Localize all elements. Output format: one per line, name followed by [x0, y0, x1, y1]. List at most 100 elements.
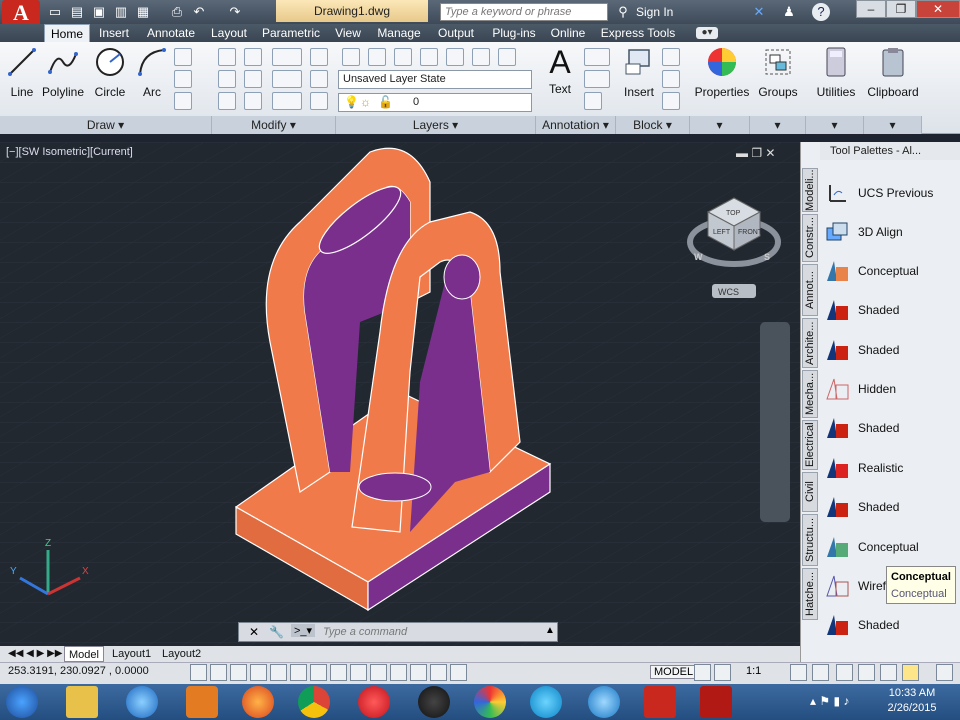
layout-nav-arrows[interactable]: ◀◀ ◀ ▶ ▶▶	[4, 646, 66, 662]
properties-expand[interactable]: ▾	[690, 116, 750, 134]
dynamic-ucs-icon[interactable]	[350, 664, 367, 681]
annotation-scale[interactable]: 1:1	[746, 665, 761, 677]
ortho-mode-icon[interactable]	[250, 664, 267, 681]
edit-attributes-icon[interactable]	[662, 92, 680, 110]
tab-view[interactable]: View	[332, 24, 364, 42]
infer-constraints-icon[interactable]	[190, 664, 207, 681]
autocad-icon-2[interactable]	[700, 686, 732, 718]
media-app-icon[interactable]	[418, 686, 450, 718]
binoculars-icon[interactable]: ⚲	[614, 3, 632, 21]
tab-express-tools[interactable]: Express Tools	[598, 24, 678, 42]
create-block-icon[interactable]	[662, 48, 680, 66]
palette-item-shaded-2[interactable]: Shaded	[824, 335, 948, 365]
clipboard-button[interactable]: Clipboard	[866, 46, 920, 99]
move-icon[interactable]	[218, 48, 236, 66]
new-file-icon[interactable]: ▭	[46, 3, 64, 21]
tab-layout1[interactable]: Layout1	[108, 646, 155, 662]
hatch-icon[interactable]	[174, 70, 192, 88]
properties-button[interactable]: Properties	[694, 46, 750, 99]
quick-view-layouts-icon[interactable]	[694, 664, 711, 681]
annotation-panel-title[interactable]: Annotation ▾	[536, 116, 616, 134]
redo-icon[interactable]: ↷	[226, 3, 244, 21]
open-file-icon[interactable]: ▤	[68, 3, 86, 21]
grid-display-icon[interactable]	[230, 664, 247, 681]
layers-panel-title[interactable]: Layers ▾	[336, 116, 536, 134]
application-menu-button[interactable]: A	[2, 0, 40, 26]
tab-model[interactable]: Model	[64, 646, 104, 662]
layer-match-icon[interactable]	[472, 48, 490, 66]
user-icon[interactable]: ♟	[780, 3, 798, 21]
palette-item-conceptual-2[interactable]: Conceptual	[824, 532, 948, 562]
object-snap-icon[interactable]	[290, 664, 307, 681]
file-explorer-icon[interactable]	[66, 686, 98, 718]
palette-item-shaded-1[interactable]: Shaded	[824, 295, 948, 325]
groups-expand[interactable]: ▾	[750, 116, 806, 134]
exchange-icon[interactable]: ✕	[750, 3, 768, 21]
stretch-icon[interactable]	[218, 92, 236, 110]
isolate-objects-icon[interactable]	[902, 664, 919, 681]
draw-panel-title[interactable]: Draw ▾	[0, 116, 212, 134]
palette-item-shaded-4[interactable]: Shaded	[824, 492, 948, 522]
insert-button[interactable]: Insert	[620, 46, 658, 99]
help-icon[interactable]: ?	[812, 3, 830, 21]
polar-tracking-icon[interactable]	[270, 664, 287, 681]
palette-tab-mechanical[interactable]: Mecha...	[802, 370, 818, 418]
skype-icon[interactable]	[530, 686, 562, 718]
boundary-icon[interactable]	[174, 92, 192, 110]
palette-tab-hatches[interactable]: Hatche...	[802, 568, 818, 620]
autocad-icon-1[interactable]	[644, 686, 676, 718]
minimize-button[interactable]: –	[856, 0, 886, 18]
annotation-visibility-icon[interactable]	[790, 664, 807, 681]
dynamic-input-icon[interactable]	[370, 664, 387, 681]
restore-button[interactable]: ❐	[886, 0, 916, 18]
utilities-expand[interactable]: ▾	[806, 116, 864, 134]
command-close-icon[interactable]: ✕	[249, 625, 259, 639]
utilities-button[interactable]: Utilities	[808, 46, 864, 99]
tab-layout[interactable]: Layout	[206, 24, 252, 42]
snap-mode-icon[interactable]	[210, 664, 227, 681]
opera-icon[interactable]	[358, 686, 390, 718]
viewport-controls-label[interactable]: [−][SW Isometric][Current]	[6, 146, 133, 158]
layer-walk-icon[interactable]	[498, 48, 516, 66]
palette-tab-annotation[interactable]: Annot...	[802, 264, 818, 316]
drawing-viewport[interactable]: Z X Y TOP LEFT FRONT W S WCS	[0, 142, 800, 662]
clipboard-expand[interactable]: ▾	[864, 116, 922, 134]
tab-home[interactable]: Home	[44, 24, 90, 42]
quick-view-drawings-icon[interactable]	[714, 664, 731, 681]
fillet-icon[interactable]	[272, 70, 302, 88]
workspace-switching-icon[interactable]	[836, 664, 853, 681]
polyline-button[interactable]: Polyline	[40, 46, 86, 99]
lineweight-icon[interactable]	[390, 664, 407, 681]
layer-freeze-icon[interactable]	[420, 48, 438, 66]
array-icon[interactable]	[272, 92, 302, 110]
system-clock[interactable]: 10:33 AM 2/26/2015	[872, 686, 952, 716]
media-player-icon[interactable]	[186, 686, 218, 718]
scale-icon[interactable]	[244, 92, 262, 110]
layer-properties-icon[interactable]	[342, 48, 360, 66]
plot-icon[interactable]: ▦	[134, 3, 152, 21]
circle-button[interactable]: Circle	[90, 46, 130, 99]
erase-icon[interactable]	[310, 48, 328, 66]
command-line[interactable]: ✕ 🔧 >_▾ Type a command ▲	[238, 622, 558, 642]
save-icon[interactable]: ▣	[90, 3, 108, 21]
palette-tab-constraints[interactable]: Constr...	[802, 214, 818, 262]
chrome-icon[interactable]	[298, 686, 330, 718]
ribbon-minimize-icon[interactable]: ●▾	[696, 27, 718, 39]
firefox-icon[interactable]	[242, 686, 274, 718]
clean-screen-icon[interactable]	[936, 664, 953, 681]
layer-state-select[interactable]: Unsaved Layer State	[338, 70, 532, 89]
transparency-icon[interactable]	[410, 664, 427, 681]
tab-manage[interactable]: Manage	[374, 24, 424, 42]
layer-off-icon[interactable]	[368, 48, 386, 66]
leader-icon[interactable]	[584, 70, 610, 88]
offset-icon[interactable]	[310, 92, 328, 110]
palette-item-3d-align[interactable]: 3D Align	[824, 217, 948, 247]
save-as-icon[interactable]: ▥	[112, 3, 130, 21]
line-button[interactable]: Line	[4, 46, 40, 99]
copy-icon[interactable]	[218, 70, 236, 88]
palette-item-realistic[interactable]: Realistic	[824, 453, 948, 483]
object-snap-tracking-icon[interactable]	[330, 664, 347, 681]
sign-in-link[interactable]: Sign In	[636, 3, 673, 21]
palette-item-conceptual[interactable]: Conceptual	[824, 256, 948, 286]
selection-cycling-icon[interactable]	[450, 664, 467, 681]
